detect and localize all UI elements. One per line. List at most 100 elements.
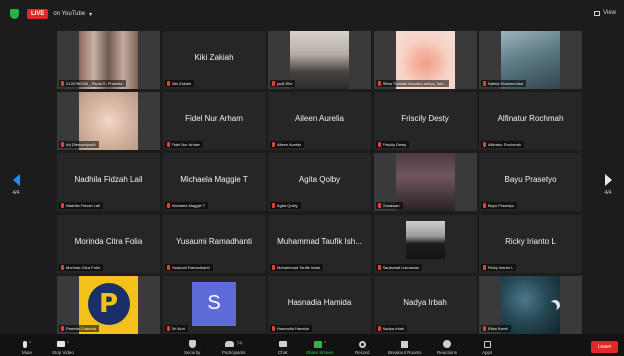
participant-tile[interactable]: Nadhila Fidzah Lail Nadhila Fidzah Lail <box>57 153 160 212</box>
security-label: Security <box>184 350 201 355</box>
participant-tile[interactable]: Gunawan <box>373 153 477 212</box>
participant-name: Agita Qolby <box>298 175 341 185</box>
participant-name: Bayu Prasetyo <box>504 175 557 185</box>
participant-name: Michaela Maggie T <box>180 175 248 185</box>
chevron-up-icon[interactable]: ^ <box>29 341 31 347</box>
participant-tile[interactable]: Michaela Maggie T Michaela Maggie T <box>162 153 266 212</box>
participant-tile[interactable]: 2120780236_ Paula S. Prasetia <box>57 31 160 89</box>
participant-label: Elisa Kamil <box>481 324 511 332</box>
participant-label: Friscily Desty <box>375 141 410 149</box>
security-button[interactable]: Security <box>184 339 200 355</box>
chevron-down-icon[interactable]: ▾ <box>89 11 92 18</box>
stop-video-label: Stop Video <box>52 350 74 355</box>
mute-button[interactable]: ^ Mute <box>22 339 32 355</box>
mic-muted-icon <box>272 203 275 209</box>
mic-muted-icon <box>166 325 170 331</box>
mic-muted-icon <box>483 264 486 270</box>
participant-tile[interactable]: Elisa Kamil <box>479 275 582 334</box>
mic-muted-icon <box>272 81 275 86</box>
participant-tile[interactable]: Yusaumi Ramadhanti Yusaumi Ramadhanti <box>162 214 266 273</box>
breakout-rooms-icon <box>401 340 409 348</box>
apps-button[interactable]: Apps <box>482 339 492 355</box>
participant-tile[interactable]: Friscily Desty Friscily Desty <box>373 92 477 151</box>
participant-label: Nadya Irbah <box>375 324 408 332</box>
shield-icon <box>188 340 196 348</box>
mic-muted-icon <box>377 264 381 270</box>
participant-tile[interactable]: Fidel Nur Arham Fidel Nur Arham <box>162 92 266 151</box>
mic-muted-icon <box>61 142 64 148</box>
breakout-rooms-label: Breakout Rooms <box>388 350 422 355</box>
participant-label: 2120780236_ Paula S. Prasetia <box>59 80 126 87</box>
participant-label: Muhammad Taufik Ishak <box>270 263 324 271</box>
record-icon <box>358 340 366 348</box>
arrow-right-icon <box>604 174 612 186</box>
participant-tile[interactable]: P Pamela Chandra <box>57 275 160 334</box>
mic-muted-icon <box>61 264 64 270</box>
leave-button[interactable]: Leave <box>591 341 618 353</box>
participant-name: Friscily Desty <box>401 114 449 124</box>
participant-tile[interactable]: S Sri Nuri <box>162 275 266 334</box>
reactions-label: Reactions <box>437 350 458 355</box>
share-screen-icon <box>313 340 322 348</box>
participant-tile[interactable]: Rifda Thaniati Azzahra aditya_Inst... <box>373 31 477 89</box>
mute-label: Mute <box>22 350 33 355</box>
share-screen-button[interactable]: ^ Share Screen <box>306 339 334 355</box>
participant-label: Nabila Khaerunnisa <box>481 80 526 87</box>
participant-label: Ad Dlenaedyadhi <box>59 141 100 149</box>
participant-tile[interactable]: Aileen Aurelia Aileen Aurelia <box>268 92 371 151</box>
participant-label: Aileen Aurelia <box>270 141 305 149</box>
mic-muted-icon <box>166 81 170 86</box>
participant-tile[interactable]: yudi Shs <box>268 31 371 89</box>
participant-video <box>395 153 455 212</box>
mic-muted-icon <box>377 203 381 209</box>
participant-tile[interactable]: Ad Dlenaedyadhi <box>57 92 160 151</box>
live-target-label[interactable]: on YouTube <box>53 11 85 17</box>
participant-label: Agita Qolby <box>270 202 301 210</box>
participant-tile[interactable]: Saraswati Lismawan <box>373 214 477 273</box>
stop-video-button[interactable]: ^ Stop Video <box>52 339 74 355</box>
participant-tile[interactable]: Agita Qolby Agita Qolby <box>268 153 371 212</box>
participant-label: Morinda Citra Folia <box>59 263 103 271</box>
chevron-up-icon[interactable]: ^ <box>324 341 326 347</box>
participant-name: Muhammad Taufik Ish... <box>277 236 362 246</box>
view-label: View <box>603 10 616 16</box>
participant-label: Pamela Chandra <box>59 324 100 332</box>
participant-tile[interactable]: Muhammad Taufik Ish... Muhammad Taufik I… <box>268 214 371 273</box>
previous-page-button[interactable]: 4/4 <box>6 164 26 206</box>
mic-muted-icon <box>166 264 170 270</box>
participant-label: Fidel Nur Arham <box>164 141 204 149</box>
live-badge[interactable]: LIVE <box>27 9 49 19</box>
participant-tile[interactable]: Bayu Prasetyo Bayu Prasetyo <box>479 153 582 212</box>
mic-muted-icon <box>483 81 486 86</box>
moon-icon <box>547 302 557 312</box>
record-button[interactable]: Record <box>355 339 370 355</box>
mic-muted-icon <box>377 81 381 86</box>
participant-label: Gunawan <box>375 202 403 210</box>
chat-icon <box>278 341 287 347</box>
view-button[interactable]: View <box>594 10 616 16</box>
participant-label: Yusaumi Ramadhanti <box>164 263 213 271</box>
mic-muted-icon <box>483 142 486 148</box>
participant-label: Kiki Zakiah <box>164 80 195 87</box>
reactions-button[interactable]: Reactions <box>437 339 457 355</box>
security-shield-icon[interactable] <box>10 9 19 19</box>
chevron-up-icon[interactable]: ^ <box>67 341 69 347</box>
participant-tile[interactable]: Hasnadia Hamida Hasnadia Hamida <box>268 275 371 334</box>
participant-tile[interactable]: Kiki Zakiah Kiki Zakiah <box>162 31 266 89</box>
participant-tile[interactable]: Nabila Khaerunnisa <box>479 31 582 89</box>
chat-button[interactable]: Chat <box>278 339 288 355</box>
page-indicator: 4/4 <box>604 190 612 196</box>
breakout-rooms-button[interactable]: Breakout Rooms <box>388 339 422 355</box>
participant-label: Sri Nuri <box>164 324 188 332</box>
participant-tile[interactable]: Nadya Irbah Nadya Irbah <box>373 275 477 334</box>
participant-video <box>290 31 349 89</box>
participants-button[interactable]: 74 Participants <box>222 339 246 355</box>
participant-name: Hasnadia Hamida <box>287 297 352 307</box>
participant-tile[interactable]: Morinda Citra Folia Morinda Citra Folia <box>57 214 160 273</box>
mic-muted-icon <box>272 142 275 148</box>
apps-label: Apps <box>482 350 493 355</box>
next-page-button[interactable]: 4/4 <box>598 164 618 206</box>
share-screen-label: Share Screen <box>306 350 334 355</box>
participant-tile[interactable]: Ricky Irianto L Ricky Irianto L <box>479 214 582 273</box>
participant-tile[interactable]: Alfinatur Rochmah Alfinatur Rochmah <box>479 92 582 151</box>
